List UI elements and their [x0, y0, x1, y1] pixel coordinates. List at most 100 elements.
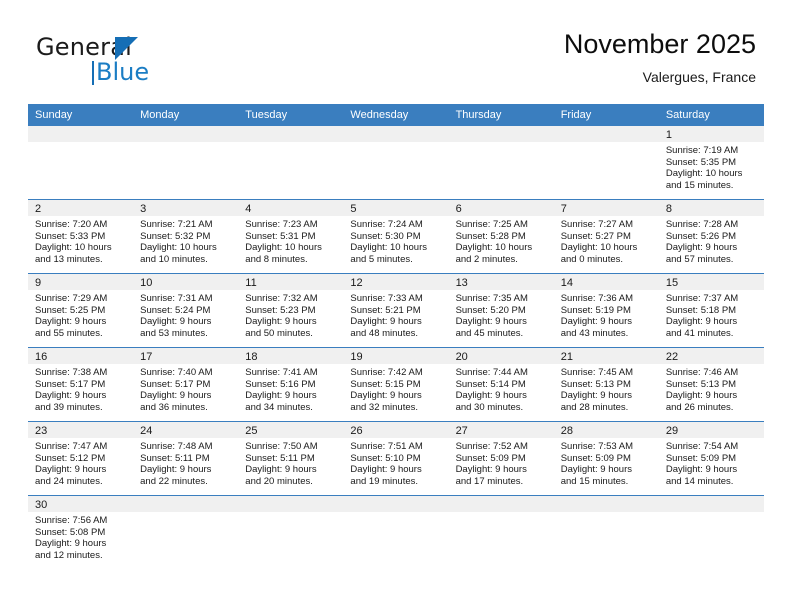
weekday-header-row: Sunday Monday Tuesday Wednesday Thursday… [28, 104, 764, 126]
location-subtitle: Valergues, France [642, 69, 756, 85]
day-number: 17 [133, 348, 239, 364]
sun-times-line: Sunset: 5:30 PM [350, 230, 421, 242]
sun-times-block [28, 142, 133, 145]
sun-times-block: Sunrise: 7:23 AM Sunset: 5:31 PM Daylight:… [238, 216, 343, 265]
sun-times-line: Sunrise: 7:47 AM [35, 441, 108, 452]
sun-times-block: Sunrise: 7:32 AM Sunset: 5:23 PM Daylight:… [238, 290, 343, 339]
sun-times-line: Daylight: 9 hours [35, 538, 107, 550]
day-number [553, 496, 659, 512]
sun-times-block: Sunrise: 7:20 AM Sunset: 5:33 PM Daylight:… [28, 216, 133, 265]
sun-times-line: and 30 minutes. [455, 401, 524, 413]
calendar-body: 1 Sunrise: 7:19 AM Sunset: 5:35 PM Daylight… [28, 126, 764, 569]
sun-times-block: Sunrise: 7:44 AM Sunset: 5:14 PM Daylight:… [449, 364, 554, 413]
calendar-cell-inner: 27 Sunrise: 7:52 AM Sunset: 5:09 PM Dayligh… [448, 422, 554, 495]
calendar-day-cell[interactable]: 3 Sunrise: 7:21 AM Sunset: 5:32 PM Daylight… [133, 199, 239, 274]
day-number: 7 [553, 200, 659, 216]
sun-times-block: Sunrise: 7:24 AM Sunset: 5:30 PM Daylight:… [343, 216, 448, 265]
sun-times-line: Sunset: 5:33 PM [35, 230, 106, 242]
calendar-empty-cell [133, 126, 239, 200]
calendar-day-cell[interactable]: 10 Sunrise: 7:31 AM Sunset: 5:24 PM Dayligh… [133, 273, 239, 348]
day-number: 4 [238, 200, 344, 216]
general-blue-logo[interactable]: General Blue [36, 34, 216, 90]
calendar-day-cell[interactable]: 13 Sunrise: 7:35 AM Sunset: 5:20 PM Dayligh… [448, 273, 554, 348]
calendar-day-cell[interactable]: 6 Sunrise: 7:25 AM Sunset: 5:28 PM Daylight… [448, 199, 554, 274]
calendar-day-cell[interactable]: 25 Sunrise: 7:50 AM Sunset: 5:11 PM Dayligh… [238, 421, 344, 496]
day-number [343, 496, 449, 512]
calendar-day-cell[interactable]: 18 Sunrise: 7:41 AM Sunset: 5:16 PM Dayligh… [238, 347, 344, 422]
sun-times-line: and 26 minutes. [665, 401, 734, 413]
calendar-day-cell[interactable]: 7 Sunrise: 7:27 AM Sunset: 5:27 PM Daylight… [553, 199, 659, 274]
calendar-day-cell[interactable]: 2 Sunrise: 7:20 AM Sunset: 5:33 PM Daylight… [28, 199, 134, 274]
calendar-day-cell[interactable]: 19 Sunrise: 7:42 AM Sunset: 5:15 PM Dayligh… [343, 347, 449, 422]
calendar-day-cell[interactable]: 21 Sunrise: 7:45 AM Sunset: 5:13 PM Dayligh… [553, 347, 659, 422]
day-number: 18 [238, 348, 344, 364]
calendar-cell-inner [133, 126, 239, 199]
calendar-empty-cell [553, 126, 659, 200]
sun-times-line: Sunrise: 7:27 AM [560, 219, 634, 230]
calendar-cell-inner [553, 126, 659, 199]
calendar-day-cell[interactable]: 1 Sunrise: 7:19 AM Sunset: 5:35 PM Daylight… [658, 126, 764, 200]
calendar-day-cell[interactable]: 20 Sunrise: 7:44 AM Sunset: 5:14 PM Dayligh… [448, 347, 554, 422]
sun-times-line: Sunrise: 7:44 AM [455, 367, 528, 378]
calendar-day-cell[interactable]: 14 Sunrise: 7:36 AM Sunset: 5:19 PM Dayligh… [553, 273, 659, 348]
sun-times-line: Sunset: 5:32 PM [140, 230, 211, 242]
sun-times-line: Daylight: 9 hours [140, 316, 212, 328]
calendar-cell-inner: 20 Sunrise: 7:44 AM Sunset: 5:14 PM Dayligh… [448, 348, 554, 421]
weekday-header-sunday: Sunday [28, 104, 134, 126]
calendar-cell-inner [343, 496, 449, 569]
day-number: 13 [448, 274, 554, 290]
calendar-day-cell[interactable]: 27 Sunrise: 7:52 AM Sunset: 5:09 PM Dayligh… [448, 421, 554, 496]
sun-times-line: Sunset: 5:09 PM [455, 452, 526, 464]
calendar-cell-inner [448, 126, 554, 199]
calendar-day-cell[interactable]: 26 Sunrise: 7:51 AM Sunset: 5:10 PM Dayligh… [343, 421, 449, 496]
calendar-cell-inner: 30 Sunrise: 7:56 AM Sunset: 5:08 PM Dayligh… [28, 496, 134, 569]
calendar-day-cell[interactable]: 22 Sunrise: 7:46 AM Sunset: 5:13 PM Dayligh… [658, 347, 764, 422]
calendar-day-cell[interactable]: 16 Sunrise: 7:38 AM Sunset: 5:17 PM Dayligh… [28, 347, 134, 422]
sun-times-block: Sunrise: 7:31 AM Sunset: 5:24 PM Daylight:… [133, 290, 238, 339]
sun-times-line: and 50 minutes. [245, 327, 313, 339]
calendar-cell-inner: 9 Sunrise: 7:29 AM Sunset: 5:25 PM Daylight… [28, 274, 134, 347]
weekday-header-saturday: Saturday [658, 104, 764, 126]
calendar-day-cell[interactable]: 17 Sunrise: 7:40 AM Sunset: 5:17 PM Dayligh… [133, 347, 239, 422]
sun-times-line: Daylight: 9 hours [350, 316, 422, 328]
calendar-day-cell[interactable]: 4 Sunrise: 7:23 AM Sunset: 5:31 PM Daylight… [238, 199, 344, 274]
calendar-day-cell[interactable]: 5 Sunrise: 7:24 AM Sunset: 5:30 PM Daylight… [343, 199, 449, 274]
day-number: 29 [658, 422, 764, 438]
day-number [133, 126, 239, 142]
calendar-day-cell[interactable]: 28 Sunrise: 7:53 AM Sunset: 5:09 PM Dayligh… [553, 421, 659, 496]
calendar-day-cell[interactable]: 29 Sunrise: 7:54 AM Sunset: 5:09 PM Dayligh… [658, 421, 764, 496]
day-number: 14 [553, 274, 659, 290]
sun-times-line: Sunset: 5:24 PM [140, 304, 211, 316]
calendar-day-cell[interactable]: 30 Sunrise: 7:56 AM Sunset: 5:08 PM Dayligh… [28, 496, 134, 570]
day-number: 30 [28, 496, 134, 512]
sun-times-line: and 34 minutes. [245, 401, 313, 413]
sun-times-line: and 8 minutes. [245, 253, 308, 265]
calendar-day-cell[interactable]: 12 Sunrise: 7:33 AM Sunset: 5:21 PM Dayligh… [343, 273, 449, 348]
sun-times-block: Sunrise: 7:35 AM Sunset: 5:20 PM Daylight:… [449, 290, 554, 339]
calendar-empty-cell [343, 496, 449, 570]
sun-times-line: Daylight: 9 hours [665, 316, 738, 328]
calendar-day-cell[interactable]: 15 Sunrise: 7:37 AM Sunset: 5:18 PM Dayligh… [658, 273, 764, 348]
sun-times-block: Sunrise: 7:42 AM Sunset: 5:15 PM Daylight:… [343, 364, 448, 413]
sun-times-block [133, 142, 238, 145]
calendar-cell-inner: 14 Sunrise: 7:36 AM Sunset: 5:19 PM Dayligh… [553, 274, 659, 347]
calendar-day-cell[interactable]: 11 Sunrise: 7:32 AM Sunset: 5:23 PM Dayligh… [238, 273, 344, 348]
calendar-cell-inner: 11 Sunrise: 7:32 AM Sunset: 5:23 PM Dayligh… [238, 274, 344, 347]
sun-times-line: and 10 minutes. [140, 253, 208, 265]
sun-times-block: Sunrise: 7:37 AM Sunset: 5:18 PM Daylight:… [659, 290, 764, 339]
calendar-cell-inner [553, 496, 659, 569]
calendar-day-cell[interactable]: 23 Sunrise: 7:47 AM Sunset: 5:12 PM Dayligh… [28, 421, 134, 496]
sun-times-line: Sunrise: 7:33 AM [350, 293, 423, 304]
sun-times-line: Sunrise: 7:56 AM [35, 515, 108, 526]
sun-times-line: Sunrise: 7:54 AM [665, 441, 739, 452]
day-number: 2 [28, 200, 134, 216]
calendar-day-cell[interactable]: 9 Sunrise: 7:29 AM Sunset: 5:25 PM Daylight… [28, 273, 134, 348]
calendar-day-cell[interactable]: 24 Sunrise: 7:48 AM Sunset: 5:11 PM Dayligh… [133, 421, 239, 496]
sun-times-block: Sunrise: 7:54 AM Sunset: 5:09 PM Daylight:… [659, 438, 764, 487]
calendar-cell-inner: 19 Sunrise: 7:42 AM Sunset: 5:15 PM Dayligh… [343, 348, 449, 421]
sun-times-line: Sunset: 5:08 PM [35, 526, 106, 538]
sun-times-line: and 28 minutes. [560, 401, 629, 413]
calendar-day-cell[interactable]: 8 Sunrise: 7:28 AM Sunset: 5:26 PM Daylight… [658, 199, 764, 274]
sun-times-line: Sunset: 5:13 PM [560, 378, 631, 390]
calendar-week-row: 16 Sunrise: 7:38 AM Sunset: 5:17 PM Dayligh… [28, 347, 764, 422]
